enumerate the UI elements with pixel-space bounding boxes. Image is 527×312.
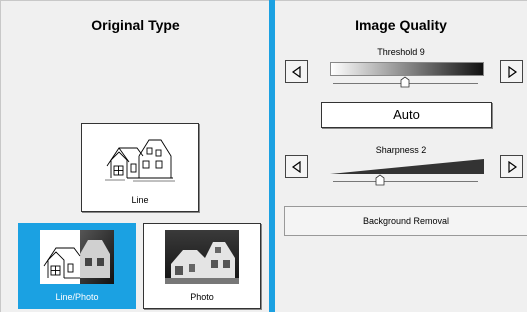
house-line-photo-icon [40, 230, 114, 284]
sharpness-increase-button[interactable] [500, 155, 523, 178]
triangle-left-icon [291, 161, 301, 173]
line-photo-type-button[interactable]: Line/Photo [18, 223, 136, 309]
house-photo-icon [165, 230, 239, 284]
threshold-increase-button[interactable] [500, 60, 523, 83]
sharpness-slider-thumb[interactable] [375, 174, 385, 186]
house-line-drawing-icon [105, 139, 175, 182]
threshold-slider-thumb[interactable] [400, 76, 410, 88]
triangle-right-icon [508, 161, 518, 173]
line-photo-type-label: Line/Photo [55, 292, 99, 302]
original-type-panel: Original Type Line Line/Photo Photo [0, 0, 270, 312]
image-quality-title: Image Quality [355, 17, 447, 33]
image-quality-panel: Image Quality Threshold 9 Auto Sharpness… [275, 0, 527, 312]
threshold-label: Threshold 9 [377, 47, 425, 57]
auto-button[interactable]: Auto [321, 102, 492, 128]
background-removal-button[interactable]: Background Removal [284, 206, 527, 236]
triangle-right-icon [508, 66, 518, 78]
triangle-left-icon [291, 66, 301, 78]
original-type-title: Original Type [91, 17, 180, 33]
sharpness-decrease-button[interactable] [285, 155, 308, 178]
threshold-decrease-button[interactable] [285, 60, 308, 83]
photo-type-button[interactable]: Photo [143, 223, 261, 309]
threshold-gradient-bar [330, 62, 484, 76]
sharpness-slider-track[interactable] [333, 181, 478, 182]
line-type-label: Line [131, 195, 149, 205]
sharpness-wedge-indicator [330, 159, 484, 174]
photo-type-label: Photo [190, 292, 214, 302]
sharpness-label: Sharpness 2 [375, 145, 427, 155]
line-type-button[interactable]: Line [81, 123, 199, 212]
